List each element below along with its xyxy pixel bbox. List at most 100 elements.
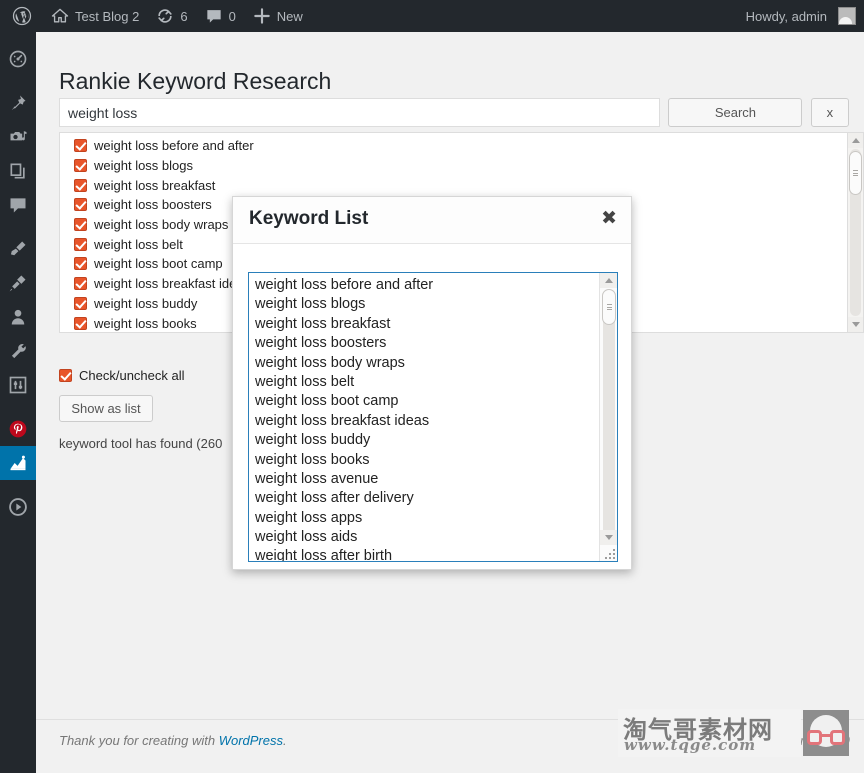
textarea-line: weight loss buddy (255, 432, 371, 449)
keyword-textarea[interactable]: weight loss before and after weight loss … (248, 272, 618, 562)
home-icon (50, 6, 70, 26)
textarea-scrollbar[interactable] (599, 273, 617, 561)
search-input[interactable] (59, 98, 660, 127)
keyword-checkbox[interactable] (74, 159, 87, 173)
search-button[interactable]: Search (668, 98, 803, 127)
sidebar-item-settings[interactable] (0, 368, 36, 402)
avatar (838, 7, 856, 25)
textarea-line: weight loss aids (255, 529, 358, 546)
site-name-menu[interactable]: Test Blog 2 (42, 0, 147, 32)
textarea-line: weight loss body wraps (255, 354, 405, 371)
modal-header: Keyword List ✖ (233, 197, 631, 244)
sliders-settings-icon (8, 375, 28, 395)
sidebar-top-spacer (0, 32, 36, 42)
close-x-icon[interactable]: ✖ (601, 209, 617, 229)
keyword-checkbox[interactable] (74, 296, 87, 310)
site-name-label: Test Blog 2 (75, 8, 140, 24)
keyword-label: weight loss belt (94, 236, 183, 252)
user-silhouette-icon (8, 307, 28, 327)
scroll-up-arrow-icon[interactable] (600, 273, 617, 288)
new-content-button[interactable]: New (244, 0, 311, 32)
admin-bar: Test Blog 2 6 0 New Howdy, admin (0, 0, 864, 32)
keyword-label: weight loss breakfast ideas (94, 276, 251, 292)
show-as-list-button[interactable]: Show as list (59, 395, 153, 422)
sidebar-item-pinterest[interactable] (0, 412, 36, 446)
sidebar-item-media[interactable] (0, 120, 36, 154)
gauge-dashboard-icon (8, 49, 28, 69)
sidebar-item-pages[interactable] (0, 154, 36, 188)
textarea-line: weight loss books (255, 451, 370, 468)
scroll-up-arrow-icon[interactable] (848, 133, 863, 148)
sidebar-item-rankie[interactable] (0, 446, 44, 480)
keyword-label: weight loss blogs (94, 158, 193, 174)
sidebar-separator-1 (0, 76, 36, 86)
keyword-list-modal: Keyword List ✖ weight loss before and af… (232, 196, 632, 570)
textarea-line: weight loss breakfast ideas (255, 412, 430, 429)
sidebar-item-comments[interactable] (0, 188, 36, 222)
scrollbar-thumb[interactable] (849, 151, 862, 195)
textarea-scrollbar-thumb[interactable] (602, 289, 616, 325)
pages-stack-icon (8, 161, 28, 181)
updates-count: 6 (180, 8, 188, 24)
sidebar-item-dashboard[interactable] (0, 42, 36, 76)
keyword-checkbox[interactable] (74, 198, 87, 212)
keyword-checkbox[interactable] (74, 218, 87, 232)
keyword-checkbox[interactable] (74, 178, 87, 192)
paint-brush-icon (8, 239, 28, 259)
keyword-list-item[interactable]: weight loss breakfast (60, 175, 840, 195)
sidebar-separator-4 (0, 480, 36, 490)
scroll-down-arrow-icon[interactable] (848, 317, 863, 332)
keyword-checkbox[interactable] (74, 257, 87, 271)
media-camera-music-icon (8, 127, 28, 147)
textarea-line: weight loss blogs (255, 296, 366, 313)
sidebar-item-appearance[interactable] (0, 232, 36, 266)
results-count-text: keyword tool has found (260 (59, 436, 223, 451)
sidebar-item-media-player[interactable] (0, 490, 36, 524)
sidebar-item-plugins[interactable] (0, 266, 36, 300)
sidebar-separator-2 (0, 222, 36, 232)
sidebar-separator-3 (0, 402, 36, 412)
keyword-label: weight loss books (94, 315, 197, 331)
howdy-label: Howdy, admin (745, 8, 827, 24)
wordpress-logo-button[interactable] (0, 0, 42, 32)
scroll-down-arrow-icon[interactable] (600, 530, 617, 545)
keyword-label: weight loss breakfast (94, 177, 216, 193)
page-title: Rankie Keyword Research (59, 68, 332, 95)
textarea-line: weight loss boot camp (255, 393, 399, 410)
keyword-label: weight loss body wraps (94, 217, 229, 233)
textarea-line: weight loss after delivery (255, 490, 414, 507)
resize-grip-icon[interactable] (605, 549, 615, 559)
textarea-line: weight loss breakfast (255, 315, 391, 332)
check-uncheck-all-row[interactable]: Check/uncheck all (59, 368, 185, 383)
check-uncheck-all-checkbox[interactable] (59, 369, 72, 382)
keyword-checkbox[interactable] (74, 277, 87, 291)
sidebar-item-posts[interactable] (0, 86, 36, 120)
pinterest-icon (8, 419, 28, 439)
comments-button[interactable]: 0 (196, 0, 244, 32)
keyword-list-scrollbar[interactable] (847, 133, 863, 332)
new-label: New (276, 8, 303, 24)
modal-body: weight loss before and after weight loss … (233, 244, 633, 570)
check-uncheck-all-label: Check/uncheck all (79, 368, 185, 383)
sidebar-item-users[interactable] (0, 300, 36, 334)
play-circle-icon (8, 497, 28, 517)
search-row: Search x (59, 98, 849, 127)
keyword-checkbox[interactable] (74, 316, 87, 330)
keyword-list-item[interactable]: weight loss blogs (60, 156, 840, 176)
watermark-plate: 淘气哥素材网 www.tqge.com (618, 709, 801, 757)
account-menu[interactable]: Howdy, admin (738, 0, 864, 32)
textarea-line: weight loss belt (255, 373, 355, 390)
wordpress-link[interactable]: WordPress (219, 733, 283, 748)
keyword-checkbox[interactable] (74, 139, 87, 153)
pushpin-icon (8, 93, 28, 113)
sidebar-item-tools[interactable] (0, 334, 36, 368)
keyword-label: weight loss boot camp (94, 256, 223, 272)
updates-button[interactable]: 6 (147, 0, 195, 32)
keyword-textarea-content: weight loss before and after weight loss … (249, 276, 601, 561)
textarea-line: weight loss apps (255, 509, 363, 526)
keyword-label: weight loss boosters (94, 197, 212, 213)
keyword-checkbox[interactable] (74, 237, 87, 251)
keyword-list-item[interactable]: weight loss before and after (60, 136, 840, 156)
clear-search-button[interactable]: x (810, 98, 849, 127)
textarea-scrollbar-track[interactable] (603, 289, 615, 545)
